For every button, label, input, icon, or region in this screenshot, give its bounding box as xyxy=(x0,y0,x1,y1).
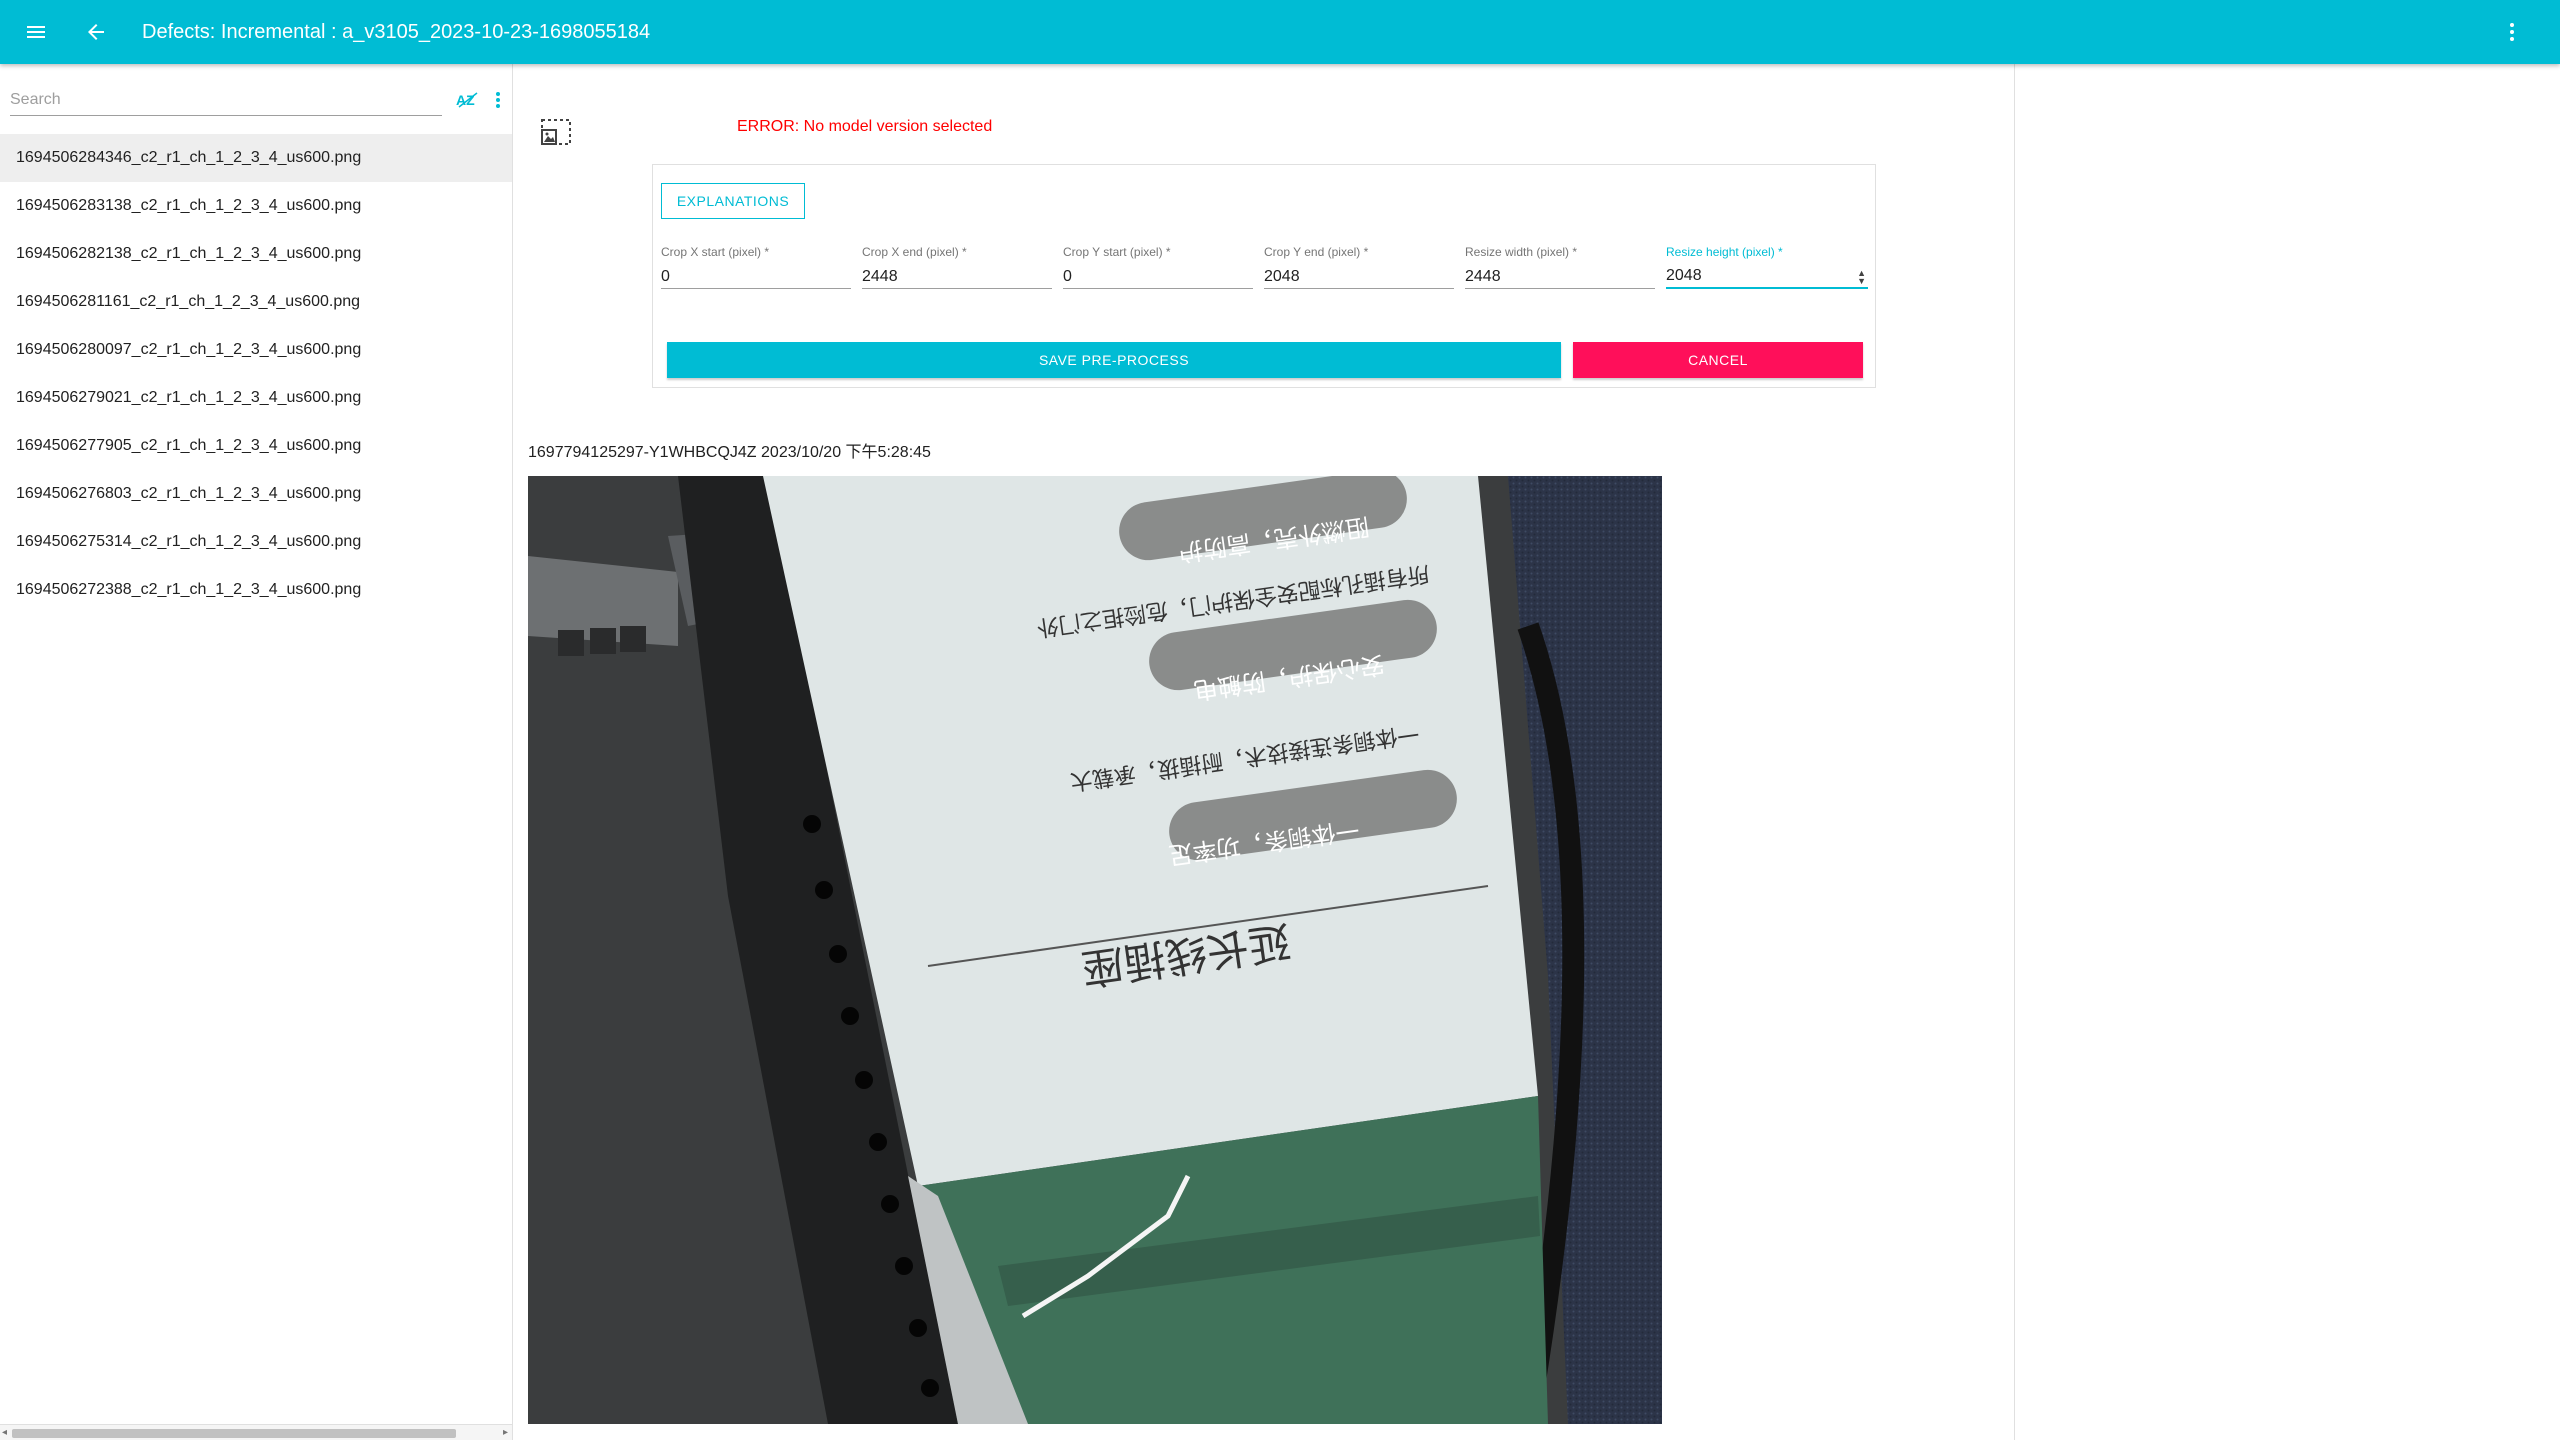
file-list-item[interactable]: 1694506282138_c2_r1_ch_1_2_3_4_us600.png xyxy=(0,230,512,278)
horizontal-scrollbar[interactable]: ◂ ▸ xyxy=(0,1424,512,1440)
sort-by-alpha-icon: AZ xyxy=(456,92,478,108)
file-list-item[interactable]: 1694506272388_c2_r1_ch_1_2_3_4_us600.png xyxy=(0,566,512,614)
crop-y-start-input[interactable] xyxy=(1063,261,1253,289)
scrollbar-thumb[interactable] xyxy=(12,1429,456,1438)
sort-az-button[interactable]: AZ xyxy=(454,86,482,114)
file-list-item[interactable]: 1694506284346_c2_r1_ch_1_2_3_4_us600.png xyxy=(0,134,512,182)
image-caption: 1697794125297-Y1WHBCQJ4Z 2023/10/20 下午5:… xyxy=(528,444,931,461)
field-label: Resize height (pixel) * xyxy=(1666,245,1783,259)
more-options-button[interactable] xyxy=(2488,8,2536,56)
crop-x-end-field: Crop X end (pixel) * xyxy=(862,245,1052,289)
file-list-item[interactable]: 1694506276803_c2_r1_ch_1_2_3_4_us600.png xyxy=(0,470,512,518)
save-preprocess-button[interactable]: SAVE PRE-PROCESS xyxy=(667,342,1561,378)
file-list-item[interactable]: 1694506283138_c2_r1_ch_1_2_3_4_us600.png xyxy=(0,182,512,230)
more-vert-icon xyxy=(496,92,500,108)
field-label: Resize width (pixel) * xyxy=(1465,245,1578,259)
scroll-left-icon[interactable]: ◂ xyxy=(2,1427,7,1438)
arrow-back-icon xyxy=(88,24,104,40)
file-list-item[interactable]: 1694506279021_c2_r1_ch_1_2_3_4_us600.png xyxy=(0,374,512,422)
page-title: Defects: Incremental : a_v3105_2023-10-2… xyxy=(142,20,651,43)
search-input[interactable] xyxy=(10,84,442,116)
crop-y-end-input[interactable] xyxy=(1264,261,1454,289)
crop-image-icon[interactable] xyxy=(540,118,574,148)
app-bar: Defects: Incremental : a_v3105_2023-10-2… xyxy=(0,0,2560,64)
more-vert-icon xyxy=(2510,23,2514,41)
field-label: Crop Y start (pixel) * xyxy=(1063,245,1171,259)
back-button[interactable] xyxy=(72,8,120,56)
search-row: AZ xyxy=(10,74,510,120)
file-list-item[interactable]: 1694506275314_c2_r1_ch_1_2_3_4_us600.png xyxy=(0,518,512,566)
menu-icon xyxy=(27,26,45,38)
sort-az-label: AZ xyxy=(456,92,475,108)
resize-width-input[interactable] xyxy=(1465,261,1655,289)
file-list-item[interactable]: 1694506280097_c2_r1_ch_1_2_3_4_us600.png xyxy=(0,326,512,374)
sidebar-more-button[interactable] xyxy=(488,86,508,114)
resize-height-input[interactable] xyxy=(1666,261,1868,289)
file-list-item[interactable]: 1694506277905_c2_r1_ch_1_2_3_4_us600.png xyxy=(0,422,512,470)
resize-height-field: Resize height (pixel) * ▲▼ xyxy=(1666,245,1868,289)
file-list-item[interactable]: 1694506281161_c2_r1_ch_1_2_3_4_us600.png xyxy=(0,278,512,326)
crop-x-start-field: Crop X start (pixel) * xyxy=(661,245,851,289)
resize-width-field: Resize width (pixel) * xyxy=(1465,245,1655,289)
cancel-button[interactable]: CANCEL xyxy=(1573,342,1863,378)
crop-x-end-input[interactable] xyxy=(862,261,1052,289)
error-message: ERROR: No model version selected xyxy=(737,118,993,135)
scroll-right-icon[interactable]: ▸ xyxy=(503,1427,508,1438)
file-list: 1694506284346_c2_r1_ch_1_2_3_4_us600.png… xyxy=(0,134,512,614)
field-label: Crop Y end (pixel) * xyxy=(1264,245,1369,259)
right-panel xyxy=(2014,64,2560,1440)
explanations-button[interactable]: EXPLANATIONS xyxy=(661,183,805,219)
preprocess-form: EXPLANATIONS Crop X start (pixel) * Crop… xyxy=(652,164,1876,388)
defect-image: 延长线插座 一体铜条，功率足 一体铜条连接技术，耐插拔，承载大 安心保护，防触电… xyxy=(528,476,1662,1424)
number-spinner-icon[interactable]: ▲ ▼ xyxy=(1857,269,1866,286)
crop-y-end-field: Crop Y end (pixel) * xyxy=(1264,245,1454,289)
file-sidebar: AZ 1694506284346_c2_r1_ch_1_2_3_4_us600.… xyxy=(0,64,513,1440)
crop-y-start-field: Crop Y start (pixel) * xyxy=(1063,245,1253,289)
field-label: Crop X end (pixel) * xyxy=(862,245,967,259)
crop-x-start-input[interactable] xyxy=(661,261,851,289)
menu-button[interactable] xyxy=(12,8,60,56)
field-label: Crop X start (pixel) * xyxy=(661,245,770,259)
